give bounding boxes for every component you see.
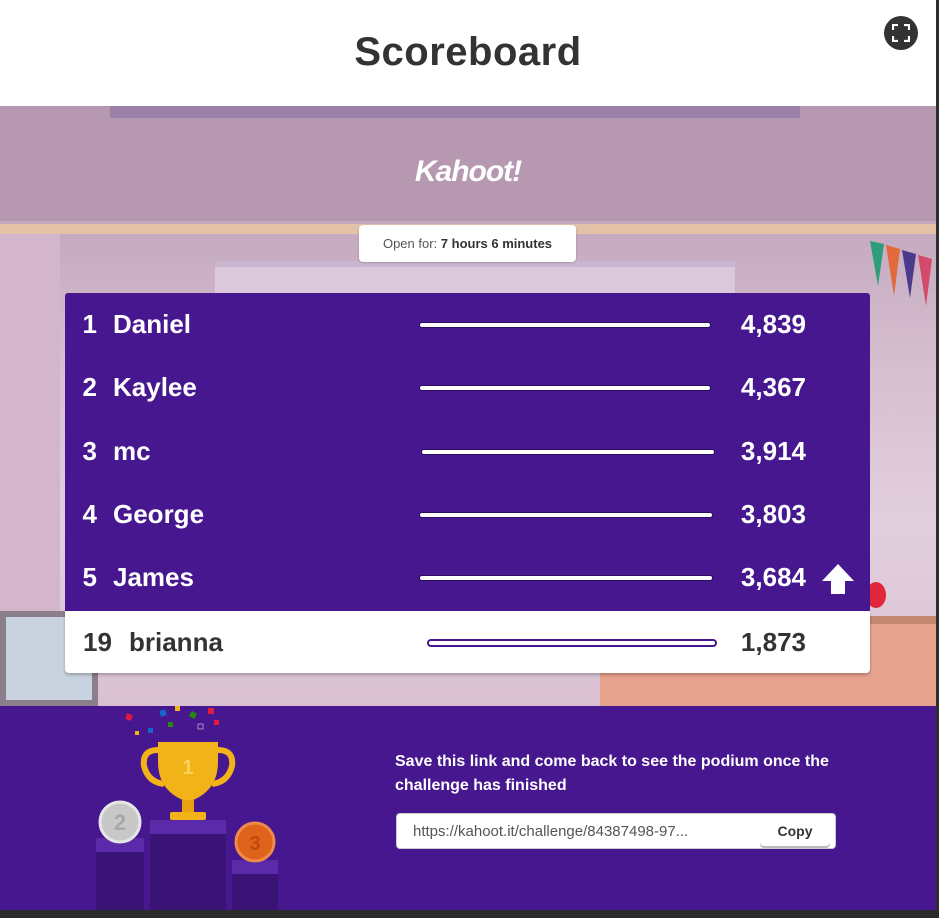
- score-bar: [419, 385, 711, 391]
- player-rank: 4: [82, 499, 97, 529]
- player-score: 3,803: [740, 499, 806, 529]
- player-name: George: [113, 499, 205, 529]
- leaderboard-row: 5 James 3,684: [65, 546, 870, 609]
- player-name: mc: [113, 436, 151, 466]
- player-score: 4,367: [740, 372, 806, 402]
- save-link-text: Save this link and come back to see the …: [395, 753, 829, 794]
- player-score: 3,684: [740, 562, 806, 592]
- podium-label-first: 1: [182, 757, 193, 779]
- score-bar: [419, 575, 713, 581]
- player-rank: 1: [82, 309, 97, 339]
- window-bottom-edge: [0, 910, 939, 918]
- current-player-name: brianna: [129, 627, 223, 657]
- open-for-label: Open for:: [382, 236, 441, 251]
- open-for-badge: Open for: 7 hours 6 minutes: [359, 225, 576, 262]
- score-bar: [421, 449, 715, 455]
- score-bar: [419, 512, 713, 518]
- kahoot-logo: Kahoot!: [414, 155, 522, 188]
- header: Scoreboard: [0, 0, 936, 106]
- player-rank: 3: [82, 436, 97, 466]
- current-player-rank: 19: [83, 627, 112, 657]
- open-for-value: 7 hours 6 minutes: [440, 236, 553, 251]
- podium-label-third: 3: [249, 833, 260, 855]
- up-arrow-icon: [822, 564, 854, 594]
- ceiling-light: [110, 106, 800, 118]
- player-name: Kaylee: [113, 372, 197, 402]
- player-rank: 5: [82, 562, 97, 592]
- page-title: Scoreboard: [354, 30, 582, 74]
- leaderboard-row: 1 Daniel 4,839: [65, 293, 870, 356]
- current-player-row: 19 brianna 1,873: [65, 611, 870, 673]
- copy-button[interactable]: Copy: [760, 816, 830, 846]
- fullscreen-icon: [892, 24, 910, 42]
- current-player-score: 1,873: [740, 627, 806, 657]
- footer: 1 2 3 Save this link and come back to se…: [0, 706, 936, 910]
- scoreboard-window: Scoreboard Kahoot! Open for: 7 hours 6 m…: [0, 0, 936, 910]
- leaderboard-row: 4 George 3,803: [65, 483, 870, 546]
- fullscreen-button[interactable]: [884, 16, 918, 50]
- leaderboard-row: 3 mc 3,914: [65, 420, 870, 483]
- bunting-flags-icon: [870, 241, 932, 306]
- podium-label-second: 2: [114, 810, 126, 835]
- challenge-link-box: Copy: [396, 813, 836, 849]
- leaderboard: 1 Daniel 4,839 2 Kaylee 4,367 3 mc 3,914…: [65, 293, 870, 611]
- current-player-score-bar: [427, 639, 717, 647]
- player-rank: 2: [82, 372, 97, 402]
- podium-trophy-icon: 1 2 3: [96, 706, 278, 910]
- leaderboard-row: 2 Kaylee 4,367: [65, 356, 870, 419]
- player-name: Daniel: [113, 309, 192, 339]
- player-score: 4,839: [740, 309, 806, 339]
- player-name: James: [113, 562, 194, 592]
- player-score: 3,914: [740, 436, 806, 466]
- challenge-link-input[interactable]: [397, 814, 761, 848]
- score-bar: [419, 322, 711, 328]
